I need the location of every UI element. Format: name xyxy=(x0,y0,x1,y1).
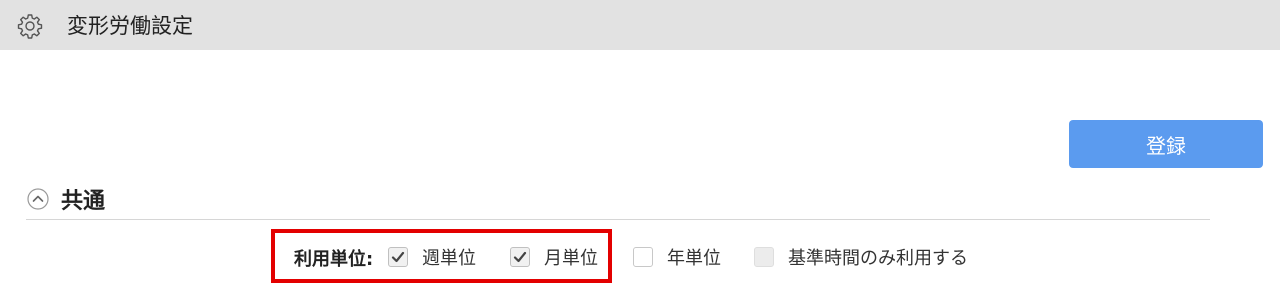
usage-unit-label: 利用単位: xyxy=(294,249,374,270)
option-monthly[interactable]: 月単位 xyxy=(510,242,598,272)
usage-unit-row: 利用単位: 週単位 月単位 年単位 基準時間のみ利用する xyxy=(0,242,1280,272)
option-standard-time-only-label: 基準時間のみ利用する xyxy=(788,248,968,269)
option-weekly[interactable]: 週単位 xyxy=(388,242,476,272)
section-header-common[interactable]: 共通 xyxy=(27,183,105,215)
option-yearly-label: 年単位 xyxy=(667,248,721,269)
checkbox-standard-time-only xyxy=(754,247,774,267)
gear-icon[interactable] xyxy=(17,13,43,39)
option-monthly-label: 月単位 xyxy=(544,248,598,269)
section-title: 共通 xyxy=(61,189,106,214)
page-title: 変形労働設定 xyxy=(67,14,193,38)
page-header: 変形労働設定 xyxy=(0,0,1280,50)
checkmark-icon xyxy=(391,251,405,263)
register-button[interactable]: 登録 xyxy=(1069,120,1263,168)
option-weekly-label: 週単位 xyxy=(422,248,476,269)
option-standard-time-only: 基準時間のみ利用する xyxy=(754,242,968,272)
checkbox-monthly[interactable] xyxy=(510,247,530,267)
option-yearly[interactable]: 年単位 xyxy=(633,242,721,272)
chevron-up-circle-icon[interactable] xyxy=(27,188,49,210)
section-divider xyxy=(26,219,1210,220)
checkmark-icon xyxy=(513,251,527,263)
checkbox-yearly[interactable] xyxy=(633,247,653,267)
checkbox-weekly[interactable] xyxy=(388,247,408,267)
